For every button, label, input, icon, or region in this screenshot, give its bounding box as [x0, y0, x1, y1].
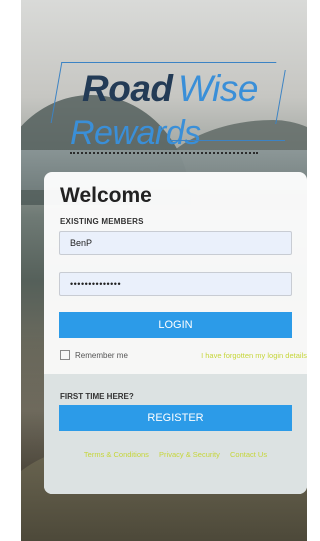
roadwise-rewards-logo: Road Wise Rewards [50, 62, 286, 162]
logo-dotted-line [70, 152, 258, 154]
logo-underline [170, 140, 285, 141]
terms-link[interactable]: Terms & Conditions [84, 450, 149, 459]
contact-link[interactable]: Contact Us [230, 450, 267, 459]
remember-me[interactable]: Remember me [60, 350, 128, 360]
existing-members-label: EXISTING MEMBERS [60, 217, 144, 226]
login-card: Welcome EXISTING MEMBERS BenP ••••••••••… [44, 172, 307, 494]
first-time-label: FIRST TIME HERE? [60, 392, 134, 401]
footer-links: Terms & Conditions Privacy & Security Co… [44, 450, 307, 459]
logo-wise-text: Wise [178, 68, 258, 109]
forgot-login-link[interactable]: I have forgotten my login details [201, 351, 307, 360]
logo-road-text: Road [82, 68, 173, 109]
welcome-heading: Welcome [60, 184, 152, 207]
remember-me-label: Remember me [75, 350, 128, 360]
username-field[interactable]: BenP [59, 231, 292, 255]
password-field[interactable]: •••••••••••••• [59, 272, 292, 296]
logo-rewards-text: Rewards [70, 114, 201, 152]
login-button[interactable]: LOGIN [59, 312, 292, 338]
remember-me-checkbox[interactable] [60, 350, 70, 360]
register-section: FIRST TIME HERE? REGISTER Terms & Condit… [44, 374, 307, 494]
register-button[interactable]: REGISTER [59, 405, 292, 431]
privacy-link[interactable]: Privacy & Security [159, 450, 220, 459]
